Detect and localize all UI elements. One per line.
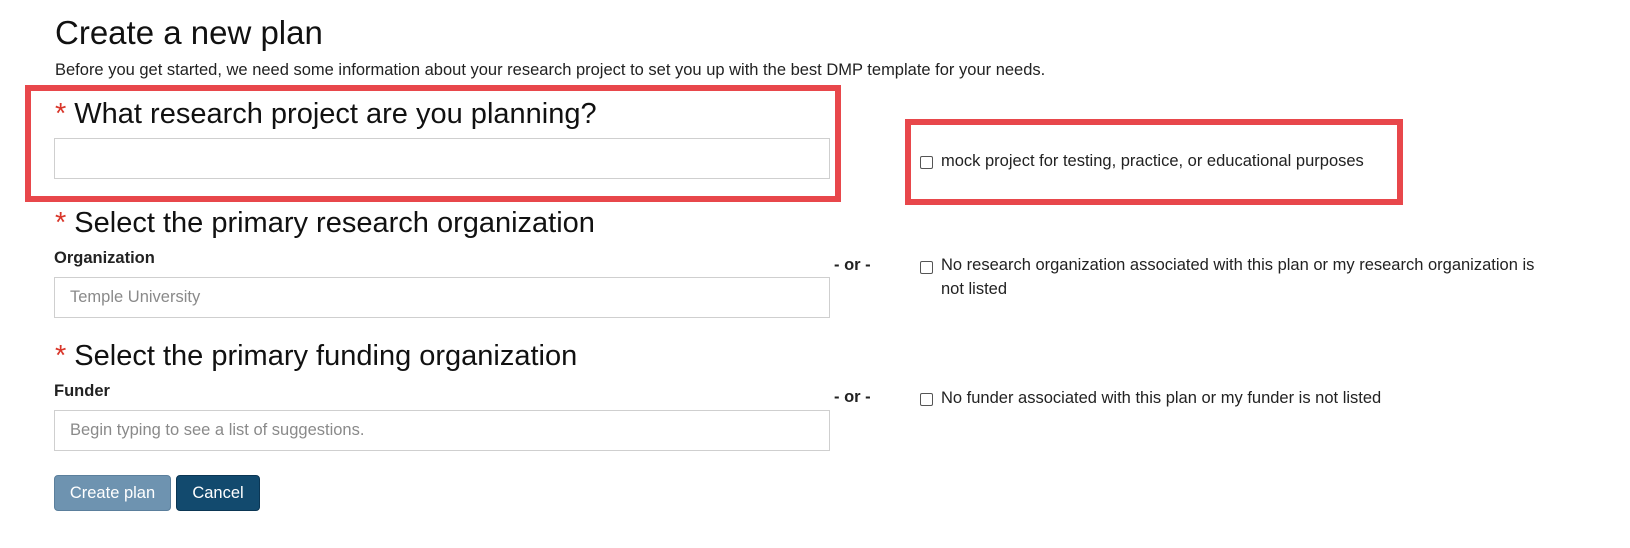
no-funder-checkbox-label: No funder associated with this plan or m…	[941, 389, 1382, 407]
create-plan-button[interactable]: Create plan	[54, 475, 171, 511]
project-question-text: What research project are you planning?	[74, 98, 597, 130]
mock-project-checkbox[interactable]	[920, 156, 933, 169]
cancel-button[interactable]: Cancel	[176, 475, 260, 511]
intro-text: Before you get started, we need some inf…	[55, 61, 1046, 79]
funder-or-separator: - or -	[834, 388, 871, 406]
required-marker: *	[55, 207, 67, 239]
no-funder-checkbox[interactable]	[920, 393, 933, 406]
no-organization-checkbox-label: No research organization associated with…	[941, 256, 1535, 298]
organization-field-label: Organization	[54, 249, 155, 267]
mock-project-checkbox-label: mock project for testing, practice, or e…	[941, 152, 1364, 170]
project-title-input[interactable]	[54, 138, 830, 179]
required-marker: *	[55, 98, 67, 130]
funder-question-heading: * Select the primary funding organization	[55, 340, 577, 373]
organization-question-text: Select the primary research organization	[74, 207, 595, 239]
funder-input[interactable]	[54, 410, 830, 451]
project-question-heading: * What research project are you planning?	[55, 98, 597, 131]
funder-field-label: Funder	[54, 382, 110, 400]
organization-or-separator: - or -	[834, 256, 871, 274]
organization-question-heading: * Select the primary research organizatio…	[55, 207, 595, 240]
required-marker: *	[55, 340, 67, 372]
organization-input[interactable]	[54, 277, 830, 318]
no-organization-checkbox[interactable]	[920, 261, 933, 274]
page-title: Create a new plan	[55, 14, 323, 51]
funder-question-text: Select the primary funding organization	[74, 340, 578, 372]
